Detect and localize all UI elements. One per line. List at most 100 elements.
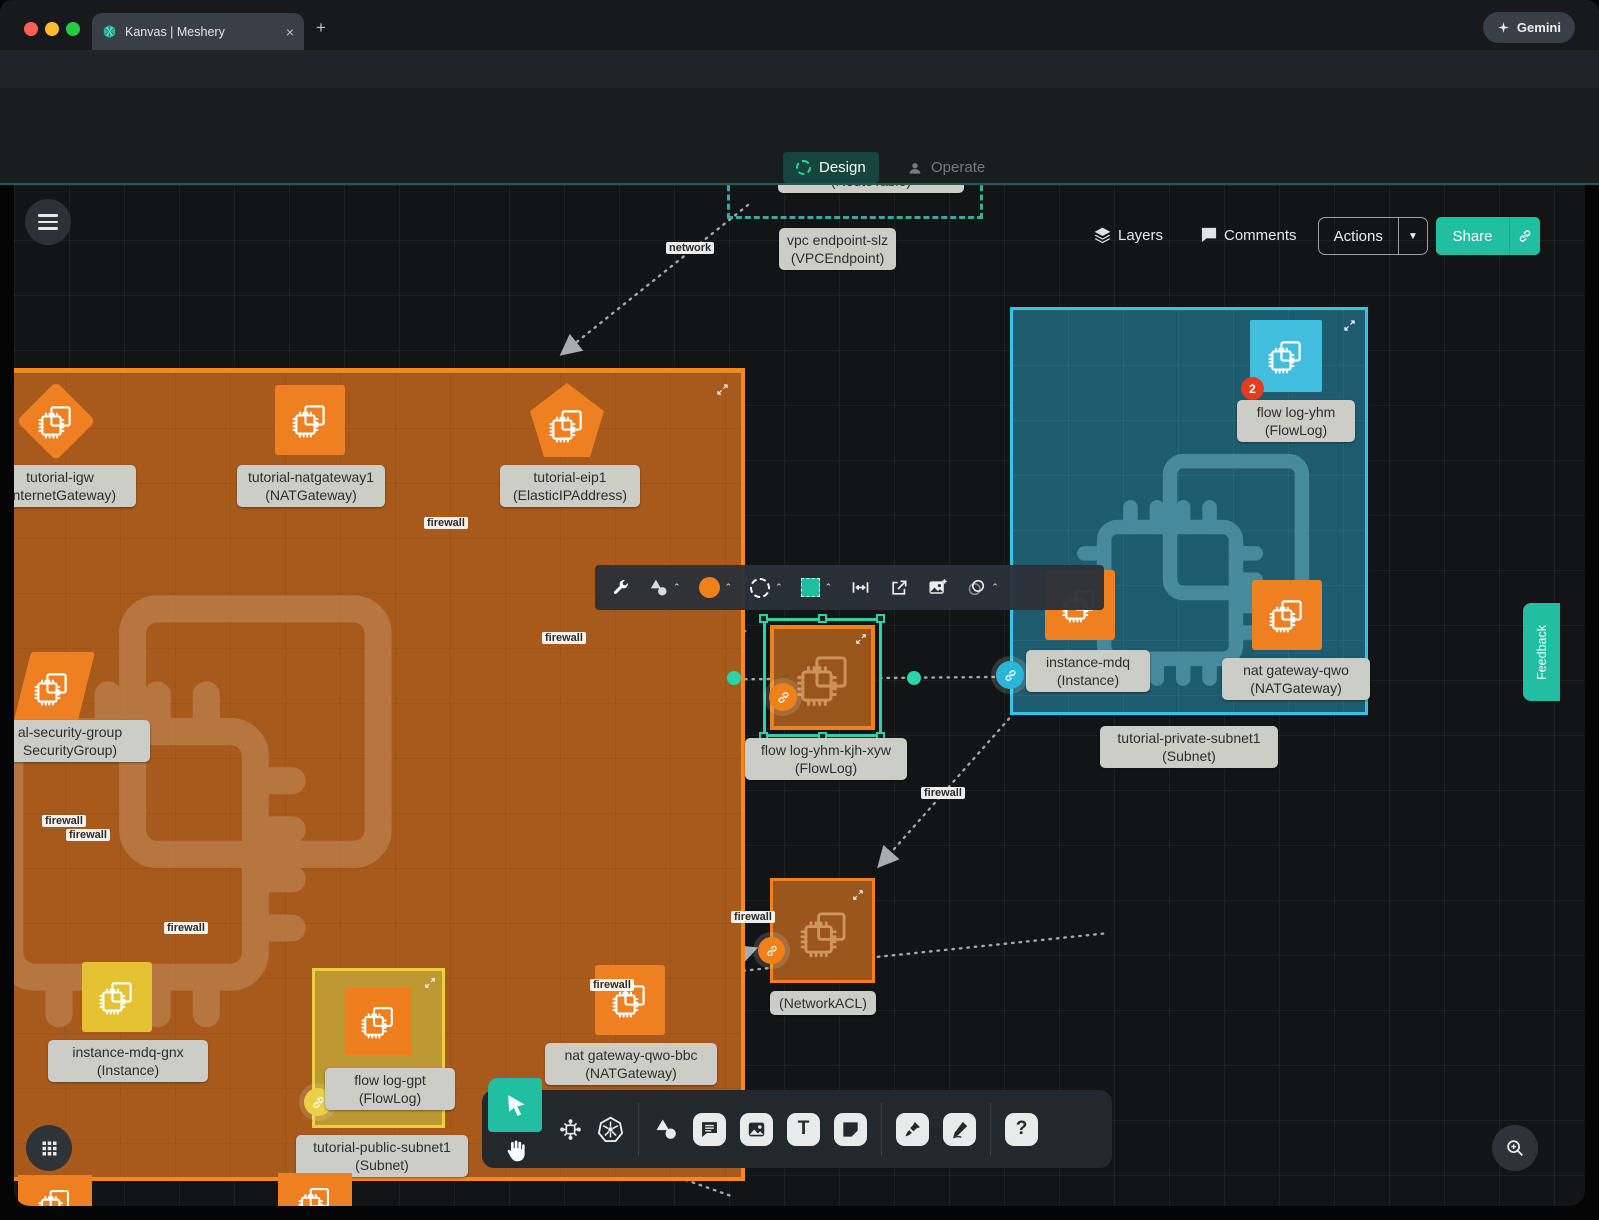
canvas-color-button[interactable]: ⌃ bbox=[801, 578, 833, 597]
node-label-flow-log-yhm[interactable]: flow log-yhm(FlowLog) bbox=[1237, 400, 1355, 442]
selection-frame[interactable] bbox=[763, 618, 882, 737]
external-link-icon[interactable] bbox=[889, 578, 909, 598]
tab-design[interactable]: Design bbox=[783, 152, 879, 183]
comment-tool-icon[interactable] bbox=[693, 1113, 726, 1146]
grid-icon bbox=[39, 1138, 60, 1159]
label-width-icon[interactable] bbox=[850, 577, 871, 598]
sticky-note-tool-icon[interactable] bbox=[834, 1113, 867, 1146]
pencil-tool-icon[interactable] bbox=[943, 1113, 976, 1146]
link-icon bbox=[776, 690, 791, 705]
edge-label-firewall: firewall bbox=[542, 632, 586, 644]
shapes-tool-icon[interactable] bbox=[653, 1116, 679, 1142]
link-handle-icon[interactable] bbox=[758, 937, 785, 964]
node-label-network-acl[interactable]: (NetworkACL) bbox=[770, 991, 876, 1015]
node-label-route-table[interactable]: (RouteTable) bbox=[778, 185, 964, 193]
actions-split-button[interactable]: Actions ▼ bbox=[1318, 217, 1428, 255]
browser-tab-strip: Kanvas | Meshery × + Gemini bbox=[0, 0, 1599, 50]
link-handle-icon[interactable] bbox=[996, 661, 1024, 689]
collapse-icon[interactable] bbox=[424, 977, 436, 989]
maximize-window-button[interactable] bbox=[66, 22, 80, 36]
node-label-eip1[interactable]: tutorial-eip1(ElasticIPAddress) bbox=[500, 465, 640, 507]
border-style-button[interactable]: ⌃ bbox=[750, 578, 783, 598]
tab-close-icon[interactable]: × bbox=[286, 24, 294, 40]
layers-icon bbox=[1092, 225, 1113, 246]
meshmap-component-icon[interactable] bbox=[558, 1117, 583, 1142]
browser-url-row: ← → kanvas.new/extension/meshmap?mode=de… bbox=[0, 50, 1599, 88]
fill-color-swatch bbox=[699, 577, 720, 598]
divider bbox=[1509, 217, 1510, 255]
design-canvas[interactable]: (RouteTable) vpc endpoint-slz(VPCEndpoin… bbox=[14, 185, 1585, 1206]
edge-label-network: network bbox=[666, 242, 714, 254]
new-tab-button[interactable]: + bbox=[316, 18, 326, 38]
node-label-vpc-endpoint[interactable]: vpc endpoint-slz(VPCEndpoint) bbox=[779, 228, 896, 270]
minimize-window-button[interactable] bbox=[45, 22, 59, 36]
node-label-private-subnet[interactable]: tutorial-private-subnet1(Subnet) bbox=[1100, 726, 1278, 768]
divider bbox=[990, 1103, 991, 1155]
chip-icon bbox=[1266, 336, 1306, 376]
node-label-flow-log-selected[interactable]: flow log-yhm-kjh-xyw(FlowLog) bbox=[745, 738, 907, 780]
layers-button[interactable]: Layers bbox=[1092, 225, 1163, 246]
node-label-igw[interactable]: tutorial-igw(InternetGateway) bbox=[14, 465, 136, 507]
node-network-acl[interactable] bbox=[770, 878, 875, 983]
node-label-flow-log-gpt[interactable]: flow log-gpt(FlowLog) bbox=[325, 1068, 455, 1110]
node-label-nat-gateway-bbc[interactable]: nat gateway-qwo-bbc(NATGateway) bbox=[545, 1043, 717, 1085]
person-icon bbox=[907, 160, 923, 176]
kubernetes-icon[interactable] bbox=[597, 1116, 624, 1143]
close-window-button[interactable] bbox=[24, 22, 38, 36]
help-tool-icon[interactable]: ? bbox=[1005, 1113, 1038, 1146]
resize-handle[interactable] bbox=[818, 614, 827, 623]
browser-tab[interactable]: Kanvas | Meshery × bbox=[92, 13, 304, 50]
node-label-instance-gnx[interactable]: instance-mdq-gnx(Instance) bbox=[48, 1040, 208, 1082]
tool-dock: T ? bbox=[482, 1090, 1112, 1168]
fill-color-button[interactable]: ⌃ bbox=[699, 577, 733, 598]
chip-icon bbox=[1267, 595, 1307, 635]
chip-icon bbox=[290, 400, 330, 440]
node-label-instance-mdq[interactable]: instance-mdq(Instance) bbox=[1026, 650, 1150, 692]
chip-icon bbox=[547, 405, 587, 445]
edge-label-firewall: firewall bbox=[66, 829, 110, 841]
canvas-color-swatch bbox=[801, 578, 820, 597]
edge-label-firewall: firewall bbox=[424, 517, 468, 529]
link-handle-icon[interactable] bbox=[769, 683, 797, 711]
zoom-button[interactable] bbox=[1492, 1125, 1538, 1171]
node-label-natgateway1[interactable]: tutorial-natgateway1(NATGateway) bbox=[237, 465, 385, 507]
node-label-nat-gateway-qwo[interactable]: nat gateway-qwo(NATGateway) bbox=[1222, 658, 1370, 700]
collapse-icon[interactable] bbox=[855, 633, 867, 645]
edge-label-firewall: firewall bbox=[731, 911, 775, 923]
share-button[interactable]: Share bbox=[1436, 217, 1540, 255]
gemini-button[interactable]: Gemini bbox=[1483, 12, 1575, 43]
node-label-security-group[interactable]: al-security-groupSecurityGroup) bbox=[14, 720, 150, 762]
opacity-button[interactable]: ⌃ bbox=[966, 577, 999, 598]
chip-icon bbox=[296, 1183, 334, 1206]
image-add-icon[interactable] bbox=[927, 577, 948, 598]
guide-dot bbox=[727, 671, 741, 685]
actions-button[interactable]: Actions bbox=[1319, 228, 1398, 245]
edge-label-firewall: firewall bbox=[164, 922, 208, 934]
text-tool-icon[interactable]: T bbox=[787, 1113, 820, 1146]
cursor-tool-button[interactable] bbox=[488, 1078, 542, 1132]
opacity-circles-icon bbox=[966, 577, 987, 598]
collapse-icon[interactable] bbox=[852, 889, 864, 901]
link-icon bbox=[311, 1095, 326, 1110]
wrench-icon[interactable] bbox=[611, 578, 630, 597]
shape-style-button[interactable]: ⌃ bbox=[648, 577, 681, 598]
canvas-menu-button[interactable] bbox=[25, 199, 71, 245]
resize-handle[interactable] bbox=[876, 614, 885, 623]
node-label-public-subnet[interactable]: tutorial-public-subnet1(Subnet) bbox=[296, 1135, 468, 1177]
collapse-icon[interactable] bbox=[716, 383, 729, 396]
comments-button[interactable]: Comments bbox=[1199, 225, 1297, 245]
pen-tool-icon[interactable] bbox=[896, 1113, 929, 1146]
image-tool-icon[interactable] bbox=[740, 1113, 773, 1146]
widgets-grid-button[interactable] bbox=[26, 1125, 72, 1171]
share-link-icon[interactable] bbox=[1517, 228, 1533, 244]
tab-operate[interactable]: Operate bbox=[894, 152, 998, 183]
chip-icon bbox=[36, 401, 76, 441]
hand-tool-button[interactable] bbox=[496, 1133, 534, 1167]
context-toolbar: ⌃ ⌃ ⌃ ⌃ ⌃ bbox=[595, 565, 1104, 610]
feedback-tab[interactable]: Feedback bbox=[1523, 603, 1560, 701]
collapse-icon[interactable] bbox=[1343, 319, 1356, 332]
chip-icon bbox=[36, 1185, 74, 1206]
actions-dropdown-arrow[interactable]: ▼ bbox=[1399, 231, 1427, 242]
resize-handle[interactable] bbox=[759, 614, 768, 623]
chip-icon bbox=[359, 1002, 398, 1041]
